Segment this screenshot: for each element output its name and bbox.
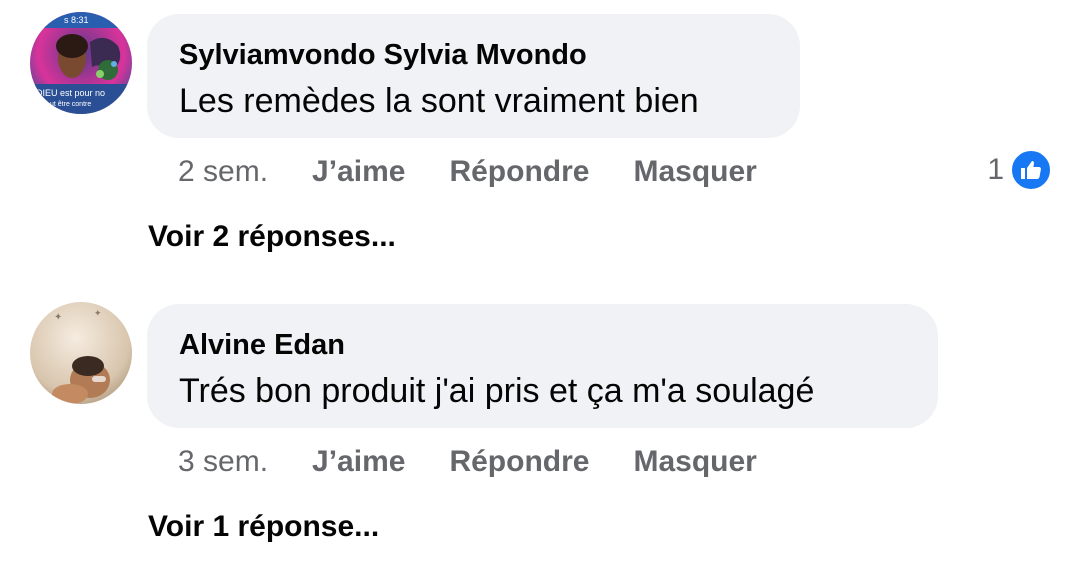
reaction-summary[interactable]: 1 xyxy=(987,148,1052,192)
comment-author[interactable]: Sylviamvondo Sylvia Mvondo xyxy=(179,38,768,72)
comment-timestamp[interactable]: 2 sem. xyxy=(178,155,268,189)
svg-text:✦: ✦ xyxy=(94,309,102,319)
reaction-count: 1 xyxy=(987,153,1004,186)
reply-button[interactable]: Répondre xyxy=(449,445,589,479)
comment-timestamp[interactable]: 3 sem. xyxy=(178,445,268,479)
comment-author[interactable]: Alvine Edan xyxy=(179,328,906,362)
comment-text: Les remèdes la sont vraiment bien xyxy=(179,82,699,120)
comment-bubble[interactable]: Alvine Edan Trés bon produit j'ai pris e… xyxy=(147,304,938,428)
comment-actions: 2 sem. J’aime Répondre Masquer xyxy=(178,152,801,192)
view-replies-link[interactable]: Voir 1 réponse... xyxy=(148,510,379,544)
comment-actions: 3 sem. J’aime Répondre Masquer xyxy=(178,442,801,482)
like-button[interactable]: J’aime xyxy=(312,155,405,189)
svg-text:s 8:31: s 8:31 xyxy=(64,15,89,25)
reply-button[interactable]: Répondre xyxy=(449,155,589,189)
svg-text:DIEU est pour no: DIEU est pour no xyxy=(36,88,105,98)
like-button[interactable]: J’aime xyxy=(312,445,405,479)
avatar[interactable]: ✦ ✦ xyxy=(30,302,132,404)
avatar-image: s 8:31 DIEU est pour no ut être contre xyxy=(30,12,132,114)
avatar[interactable]: s 8:31 DIEU est pour no ut être contre xyxy=(30,12,132,114)
hide-button[interactable]: Masquer xyxy=(633,155,756,189)
like-icon xyxy=(1010,149,1052,191)
view-replies-link[interactable]: Voir 2 réponses... xyxy=(148,220,396,254)
comment-text: Trés bon produit j'ai pris et ça m'a sou… xyxy=(179,372,815,410)
avatar-image: ✦ ✦ xyxy=(30,302,132,404)
hide-button[interactable]: Masquer xyxy=(633,445,756,479)
svg-text:ut être contre: ut être contre xyxy=(50,101,91,108)
comment-bubble[interactable]: Sylviamvondo Sylvia Mvondo Les remèdes l… xyxy=(147,14,800,138)
svg-text:✦: ✦ xyxy=(54,312,62,323)
